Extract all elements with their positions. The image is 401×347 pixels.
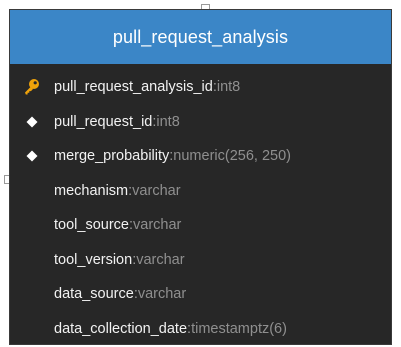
column-row[interactable]: tool_source: varchar	[10, 208, 391, 243]
column-marker-blank	[10, 277, 54, 311]
column-name: merge_probability	[54, 148, 170, 165]
column-name: data_collection_date	[54, 320, 188, 337]
column-type: int8	[156, 113, 180, 130]
column-row[interactable]: merge_probability: numeric(256, 250)	[10, 139, 391, 174]
column-row[interactable]: pull_request_analysis_id: int8	[10, 70, 391, 105]
entity-table[interactable]: pull_request_analysis pull_request_analy…	[9, 9, 392, 345]
column-name: pull_request_analysis_id	[54, 79, 213, 96]
column-row[interactable]: mechanism: varchar	[10, 174, 391, 209]
column-type: timestamptz(6)	[191, 320, 287, 337]
column-marker-blank	[10, 243, 54, 277]
column-type: varchar	[133, 217, 182, 234]
key-icon	[10, 70, 54, 104]
column-marker-blank	[10, 208, 54, 242]
table-title: pull_request_analysis	[112, 26, 289, 47]
column-marker-blank	[10, 174, 54, 208]
column-type: varchar	[136, 251, 185, 268]
column-row[interactable]: data_collection_date: timestamptz(6)	[10, 312, 391, 347]
column-type: varchar	[132, 182, 181, 199]
table-header[interactable]: pull_request_analysis	[10, 10, 391, 64]
column-name: pull_request_id	[54, 113, 153, 130]
column-name: mechanism	[54, 182, 129, 199]
column-row[interactable]: data_source: varchar	[10, 277, 391, 312]
diamond-icon	[10, 139, 54, 173]
column-row[interactable]: pull_request_id: int8	[10, 105, 391, 140]
column-row[interactable]: tool_version: varchar	[10, 243, 391, 278]
column-name: tool_source	[54, 217, 129, 234]
column-name: tool_version	[54, 251, 133, 268]
column-marker-blank	[10, 312, 54, 346]
column-type: varchar	[137, 286, 187, 303]
column-type: numeric(256, 250)	[173, 148, 291, 165]
column-list: pull_request_analysis_id: int8 pull_requ…	[10, 64, 391, 346]
diagram-canvas: pull_request_analysis pull_request_analy…	[0, 0, 401, 347]
diamond-icon	[10, 105, 54, 139]
column-name: data_source	[54, 286, 134, 303]
column-type: int8	[216, 79, 241, 96]
